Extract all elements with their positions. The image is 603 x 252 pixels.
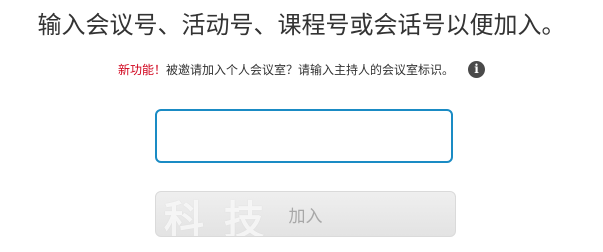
join-meeting-page: 输入会议号、活动号、课程号或会话号以便加入。 新功能！ 被邀请加入个人会议室？请… bbox=[0, 0, 603, 252]
personal-room-notice: 新功能！ 被邀请加入个人会议室？请输入主持人的会议室标识。 i bbox=[0, 59, 603, 79]
meeting-number-field bbox=[155, 109, 453, 163]
page-title: 输入会议号、活动号、课程号或会话号以便加入。 bbox=[37, 11, 566, 39]
meeting-number-input[interactable] bbox=[157, 111, 451, 161]
join-button-label: 加入 bbox=[288, 206, 323, 227]
info-icon[interactable]: i bbox=[468, 60, 486, 78]
watermark-logo: 科技 bbox=[164, 197, 284, 237]
new-feature-label: 新功能！ bbox=[117, 62, 166, 77]
join-button[interactable]: 科技 加入 bbox=[155, 191, 456, 237]
notice-text: 被邀请加入个人会议室？请输入主持人的会议室标识。 bbox=[166, 62, 455, 77]
